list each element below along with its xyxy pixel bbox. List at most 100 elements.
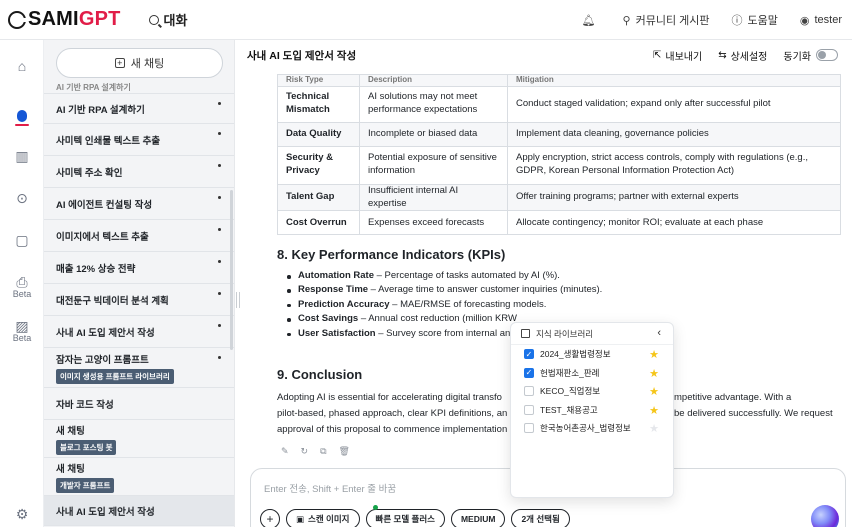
table-row: Technical Mismatch AI solutions may not … [277, 85, 841, 123]
beta-tool-2[interactable]: ▨ Beta [0, 318, 44, 343]
community-icon: ⚲ [622, 14, 631, 27]
description-cell: AI solutions may not meet performance ex… [359, 85, 508, 123]
plus-icon: + [266, 512, 274, 526]
library-icon[interactable]: ▥ [0, 148, 44, 165]
description-cell: Incomplete or biased data [359, 121, 508, 147]
chat-icon[interactable] [0, 110, 44, 126]
section-label: 대화 [163, 13, 188, 28]
library-item[interactable]: 한국농어촌공사_법령정보 ★ [511, 419, 673, 438]
list-item[interactable]: 자바 코드 작성 [44, 388, 234, 420]
checkbox[interactable]: ✓ [524, 349, 534, 360]
export-icon: ⇱ [652, 49, 662, 61]
help-button[interactable]: ⓘ 도움말 [732, 12, 778, 28]
home-icon[interactable]: ⌂ [0, 58, 44, 74]
input-toolbar: + ▣ 스캔 이미지 빠른 모델 플러스 MEDIUM 2개 선택됨 [260, 505, 576, 527]
edit-icon[interactable]: ✎ [281, 446, 289, 457]
conclusion-line: be delivered successfully. We request [674, 408, 833, 419]
logo[interactable]: SAMI GPT [8, 8, 121, 31]
export-button[interactable]: ⇱ 내보내기 [653, 48, 702, 63]
kpi-text: – Annual cost reduction (million KRW [358, 313, 517, 325]
checkbox[interactable] [524, 404, 534, 415]
main-header: 사내 AI 도입 제안서 작성 ⇱ 내보내기 ⇆ 상세설정 동기화 [236, 40, 852, 70]
library-item[interactable]: ✓ 2024_생활법령정보 ★ [511, 345, 673, 364]
sidebar-scrollbar[interactable] [230, 190, 233, 350]
plus-icon: + [114, 58, 125, 68]
table-header-cell: Risk Type [277, 74, 360, 87]
library-item-label: 헌법재판소_판례 [540, 367, 600, 378]
community-button[interactable]: ⚲ 커뮤니티 게시판 [623, 12, 710, 28]
level-select[interactable]: MEDIUM [450, 509, 506, 527]
resize-handle[interactable] [236, 292, 240, 308]
library-selected-label: 2개 선택됨 [521, 514, 560, 524]
header-actions: ⇱ 내보내기 ⇆ 상세설정 동기화 [637, 40, 838, 70]
top-right-actions: 🔔︎ ⚲ 커뮤니티 게시판 ⓘ 도움말 ◉ tester [560, 0, 842, 40]
list-item[interactable]: 사내 AI 도입 제안서 작성 [44, 316, 234, 348]
image-icon: ▨ [15, 318, 29, 334]
scan-image-button[interactable]: ▣ 스캔 이미지 [286, 509, 360, 527]
gear-icon[interactable]: ⚙ [0, 506, 44, 523]
kpi-item: Response Time – Average time to answer c… [287, 283, 602, 297]
book-icon [521, 329, 530, 338]
star-icon[interactable]: ★ [649, 348, 659, 361]
risk-type-cell: Talent Gap [277, 183, 360, 212]
add-button[interactable]: + [260, 509, 280, 527]
logo-text-gpt: GPT [78, 8, 121, 30]
sync-toggle[interactable] [816, 49, 838, 61]
list-item[interactable]: AI 에이전트 컨설팅 작성 [44, 188, 234, 220]
printer-icon: ⎙ [16, 274, 28, 290]
list-item[interactable]: 이미지에서 텍스트 추출 [44, 220, 234, 252]
list-item[interactable]: 사미텍 인쇄물 텍스트 추출 [44, 124, 234, 156]
new-chat-label: 새 채팅 [130, 58, 165, 70]
library-select[interactable]: 2개 선택됨 [511, 509, 570, 527]
checkbox[interactable] [524, 386, 534, 397]
list-item[interactable]: 새 채팅 블로그 포스팅 봇 [44, 420, 234, 458]
library-item[interactable]: TEST_채용공고 ★ [511, 401, 673, 420]
refresh-icon[interactable]: ↻ [301, 446, 309, 457]
star-icon[interactable]: ★ [649, 367, 659, 380]
checkbox[interactable]: ✓ [524, 367, 534, 378]
section-chat[interactable]: 대화 [148, 10, 188, 29]
kpi-name: Cost Savings [298, 313, 359, 325]
list-item-active[interactable]: 사내 AI 도입 제안서 작성 [44, 496, 234, 526]
page-title: 사내 AI 도입 제안서 작성 [247, 49, 357, 62]
chevron-left-icon[interactable]: ‹ [657, 327, 661, 339]
list-item[interactable]: 사미텍 주소 확인 [44, 156, 234, 188]
checkbox[interactable] [524, 423, 534, 434]
user-menu[interactable]: ◉ tester [800, 14, 842, 27]
note-icon[interactable]: ▢ [0, 232, 44, 249]
risk-table: Risk Type Description Mitigation Technic… [277, 74, 841, 236]
table-row: Cost Overrun Expenses exceed forecasts A… [277, 210, 841, 236]
send-orb-icon[interactable] [811, 505, 839, 527]
kpi-name: Response Time [298, 284, 369, 296]
star-icon[interactable]: ★ [649, 385, 659, 398]
settings-button[interactable]: ⇆ 상세설정 [718, 48, 767, 63]
list-item-partial[interactable]: AI 기반 RPA 설계하기 [44, 82, 234, 94]
star-icon[interactable]: ★ [649, 422, 659, 435]
model-select[interactable]: 빠른 모델 플러스 [365, 505, 445, 527]
beta-tool-1[interactable]: ⎙ Beta [0, 274, 44, 299]
list-item[interactable]: 매출 12% 상승 전략 [44, 252, 234, 284]
library-item-label: TEST_채용공고 [540, 404, 598, 415]
copy-icon[interactable]: ⧉ [320, 446, 326, 457]
table-header-cell: Mitigation [507, 74, 841, 87]
new-chat-button[interactable]: + 새 채팅 [56, 48, 223, 78]
library-item[interactable]: ✓ 헌법재판소_판례 ★ [511, 364, 673, 383]
list-item[interactable]: 새 채팅개발자 프롬프트 [44, 458, 234, 496]
list-item-tag: 개발자 프롬프트 [56, 477, 115, 493]
list-item-label: 새 채팅 [56, 463, 85, 475]
list-item[interactable]: 대전둔구 빅데이터 분석 계획 [44, 284, 234, 316]
list-item[interactable]: AI 기반 RPA 설계하기 [44, 94, 234, 124]
library-item[interactable]: KECO_직업정보 ★ [511, 382, 673, 401]
delete-icon[interactable]: 🗑︎ [339, 446, 350, 457]
star-icon[interactable]: ★ [649, 404, 659, 417]
kpi-name: Prediction Accuracy [298, 298, 390, 310]
play-icon[interactable]: ⊙ [0, 190, 44, 207]
mitigation-cell: Conduct staged validation; expand only a… [507, 85, 841, 123]
mitigation-cell: Apply encryption, strict access controls… [507, 145, 841, 185]
notification-button[interactable]: 🔔︎ [582, 14, 601, 27]
conclusion-line: approval of this proposal to commence im… [277, 424, 508, 435]
list-item[interactable]: 잠자는 고양이 프롬프트 이미지 생성용 프롬프트 라이브러리 [44, 348, 234, 388]
settings-label: 상세설정 [730, 51, 768, 63]
risk-type-cell: Security & Privacy [277, 145, 360, 185]
input-placeholder: Enter 전송, Shift + Enter 줄 바꿈 [264, 484, 397, 495]
